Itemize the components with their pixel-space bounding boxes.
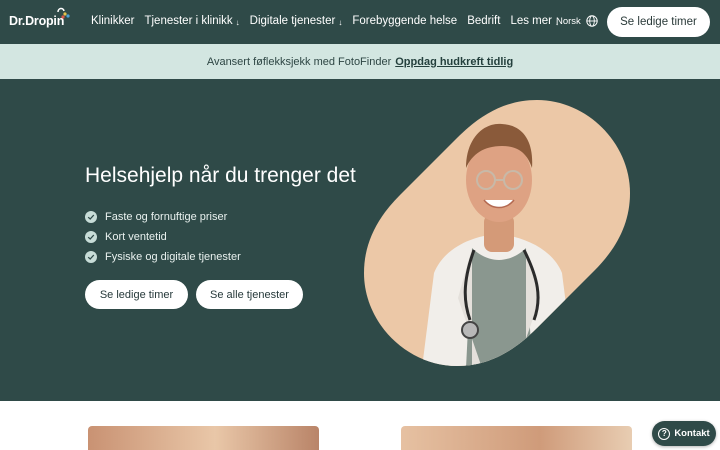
feature-label: Faste og fornuftige priser (105, 211, 228, 223)
contact-button[interactable]: ? Kontakt (652, 421, 716, 446)
logo-icon (57, 7, 70, 19)
all-services-button[interactable]: Se alle tjenester (196, 280, 303, 309)
hero-book-button[interactable]: Se ledige timer (85, 280, 188, 309)
banner-text: Avansert føflekksjekk med FotoFinder (206, 55, 392, 68)
nav-link-klinikker[interactable]: Klinikker (91, 15, 134, 27)
feature-label: Kort ventetid (105, 231, 167, 243)
check-icon (85, 251, 97, 263)
hero-section: Helsehjelp når du trenger det Faste og f… (0, 79, 720, 401)
nav-link-label: Les mer (510, 15, 552, 27)
nav-link-tjenester-i-klinikk[interactable]: Tjenester i klinikk ↓ (144, 15, 239, 27)
nav-link-label: Digitale tjenester (249, 15, 336, 27)
nav-link-label: Klinikker (91, 15, 135, 27)
feature-list: Faste og fornuftige priser Kort ventetid… (85, 207, 241, 267)
nav-link-label: Forebyggende helse (352, 15, 458, 27)
arrow-down-icon: ↓ (235, 17, 240, 27)
nav-link-label: Bedrift (467, 15, 501, 27)
arrow-down-icon: ↓ (338, 17, 343, 27)
doctor-portrait-image (364, 100, 630, 366)
top-navigation: Dr.Dropin Klinikker Tjenester i klinikk … (0, 0, 720, 44)
nav-links: Klinikker Tjenester i klinikk ↓ Digitale… (91, 15, 559, 27)
nav-link-forebyggende-helse[interactable]: Forebyggende helse (352, 15, 457, 27)
question-icon: ? (658, 427, 671, 440)
feature-item: Kort ventetid (85, 227, 241, 247)
feature-item: Faste og fornuftige priser (85, 207, 241, 227)
feature-label: Fysiske og digitale tjenester (105, 251, 241, 263)
nav-link-label: Tjenester i klinikk (144, 15, 233, 27)
language-selector[interactable]: Norsk (556, 15, 598, 27)
feature-item: Fysiske og digitale tjenester (85, 247, 241, 267)
service-card-image[interactable] (401, 426, 632, 450)
hero-title: Helsehjelp når du trenger det (85, 164, 356, 187)
check-icon (85, 231, 97, 243)
language-label: Norsk (556, 15, 581, 27)
nav-link-les-mer[interactable]: Les mer ↓ (510, 15, 559, 27)
service-card-image[interactable] (88, 426, 319, 450)
nav-link-digitale-tjenester[interactable]: Digitale tjenester ↓ (250, 15, 343, 27)
contact-label: Kontakt (674, 428, 710, 439)
nav-link-bedrift[interactable]: Bedrift (467, 15, 500, 27)
header-book-button[interactable]: Se ledige timer (607, 7, 710, 37)
promo-banner: Avansert føflekksjekk med FotoFinder Opp… (0, 44, 720, 79)
globe-icon (586, 15, 598, 27)
check-icon (85, 211, 97, 223)
banner-link[interactable]: Oppdag hudkreft tidlig (395, 56, 513, 68)
